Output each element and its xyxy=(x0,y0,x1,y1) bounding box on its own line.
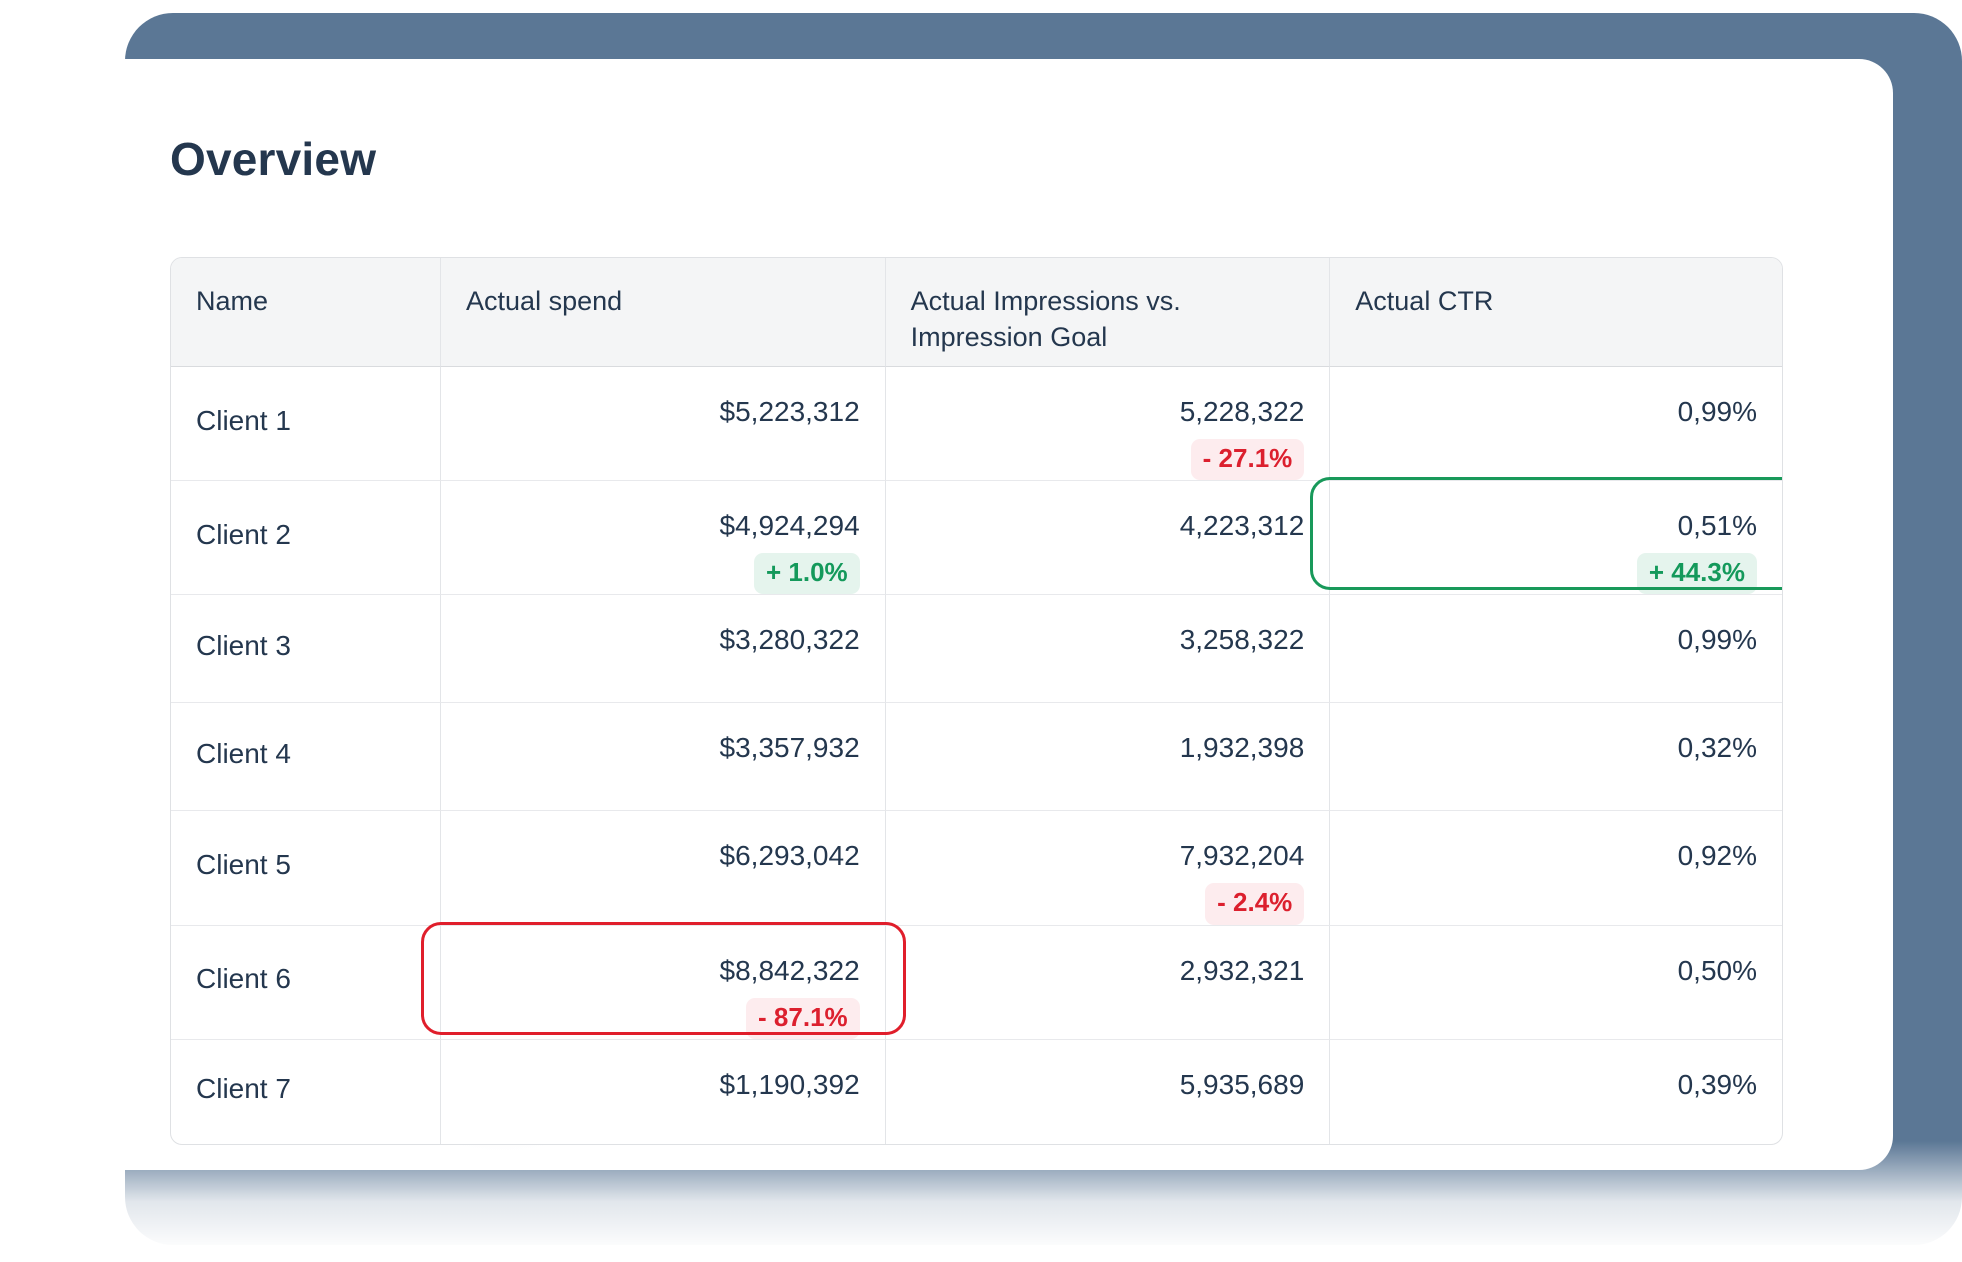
ctr-value: 0,51% xyxy=(1330,510,1757,542)
impressions-value: 5,935,689 xyxy=(886,1069,1305,1101)
spend-value: $5,223,312 xyxy=(441,396,860,428)
impressions-cell: 5,228,322 - 27.1% xyxy=(885,367,1330,481)
ctr-cell: 0,92% xyxy=(1329,811,1782,925)
ctr-value: 0,92% xyxy=(1330,840,1757,872)
table-row: Client 1$5,223,312 5,228,322 - 27.1% 0,99% xyxy=(171,367,1782,481)
impressions-value: 7,932,204 xyxy=(886,840,1305,872)
ctr-cell: 0,50% xyxy=(1329,926,1782,1040)
table-row: Client 4$3,357,932 1,932,398 0,32% xyxy=(171,703,1782,811)
ctr-value: 0,39% xyxy=(1330,1069,1757,1101)
overview-card: Overview Name Actual spend Actual Impressi… xyxy=(83,59,1893,1170)
spend-value: $4,924,294 xyxy=(441,510,860,542)
table-row: Client 7$1,190,392 5,935,689 0,39% xyxy=(171,1040,1782,1144)
ctr-value: 0,99% xyxy=(1330,624,1757,656)
impressions-delta-badge: - 2.4% xyxy=(1205,883,1304,924)
spend-value: $8,842,322 xyxy=(441,955,860,987)
impressions-cell: 2,932,321 xyxy=(885,926,1330,1040)
impressions-delta-badge: - 27.1% xyxy=(1191,439,1305,480)
ctr-value: 0,99% xyxy=(1330,396,1757,428)
spend-cell[interactable]: $8,842,322 - 87.1% xyxy=(440,926,885,1040)
ctr-delta-badge: + 44.3% xyxy=(1637,553,1757,594)
client-name-cell: Client 3 xyxy=(171,595,440,703)
page-background: Overview Name Actual spend Actual Impressi… xyxy=(0,0,1962,1262)
spend-cell: $1,190,392 xyxy=(440,1040,885,1144)
table-header-row: Name Actual spend Actual Impressions vs. I… xyxy=(171,258,1782,367)
column-header-label: Actual Impressions vs. Impression Goal xyxy=(911,284,1271,355)
spend-value: $6,293,042 xyxy=(441,840,860,872)
table-row: Client 5$6,293,042 7,932,204 - 2.4% 0,92% xyxy=(171,811,1782,925)
column-header-ctr: Actual CTR xyxy=(1329,258,1782,367)
page-title: Overview xyxy=(170,132,376,187)
column-header-label: Actual CTR xyxy=(1355,284,1715,320)
ctr-cell: 0,99% xyxy=(1329,367,1782,481)
impressions-cell: 3,258,322 xyxy=(885,595,1330,703)
impressions-value: 3,258,322 xyxy=(886,624,1305,656)
client-name-cell: Client 5 xyxy=(171,811,440,925)
spend-cell: $6,293,042 xyxy=(440,811,885,925)
spend-cell: $3,357,932 xyxy=(440,703,885,811)
overview-table: Name Actual spend Actual Impressions vs. I… xyxy=(170,257,1783,1145)
spend-delta-badge: + 1.0% xyxy=(754,553,860,594)
impressions-cell: 1,932,398 xyxy=(885,703,1330,811)
ctr-cell: 0,32% xyxy=(1329,703,1782,811)
impressions-value: 5,228,322 xyxy=(886,396,1305,428)
column-header-impressions: Actual Impressions vs. Impression Goal xyxy=(885,258,1330,367)
column-header-label: Actual spend xyxy=(466,284,826,320)
impressions-value: 2,932,321 xyxy=(886,955,1305,987)
client-name-cell: Client 1 xyxy=(171,367,440,481)
spend-value: $1,190,392 xyxy=(441,1069,860,1101)
column-header-name: Name xyxy=(171,258,440,367)
table-row: Client 6$8,842,322 - 87.1% 2,932,321 0,50% xyxy=(171,926,1782,1040)
impressions-cell: 7,932,204 - 2.4% xyxy=(885,811,1330,925)
ctr-value: 0,50% xyxy=(1330,955,1757,987)
impressions-cell: 4,223,312 xyxy=(885,481,1330,595)
client-name-cell: Client 4 xyxy=(171,703,440,811)
ctr-value: 0,32% xyxy=(1330,732,1757,764)
clients-table: Name Actual spend Actual Impressions vs. I… xyxy=(171,258,1782,1144)
column-header-label: Name xyxy=(196,284,416,320)
ctr-cell: 0,99% xyxy=(1329,595,1782,703)
column-header-spend: Actual spend xyxy=(440,258,885,367)
impressions-value: 4,223,312 xyxy=(886,510,1305,542)
client-name-cell: Client 7 xyxy=(171,1040,440,1144)
ctr-cell: 0,39% xyxy=(1329,1040,1782,1144)
spend-delta-badge: - 87.1% xyxy=(746,998,860,1039)
spend-cell: $3,280,322 xyxy=(440,595,885,703)
client-name-cell: Client 6 xyxy=(171,926,440,1040)
client-name-cell: Client 2 xyxy=(171,481,440,595)
spend-cell: $4,924,294 + 1.0% xyxy=(440,481,885,595)
table-row: Client 3$3,280,322 3,258,322 0,99% xyxy=(171,595,1782,703)
spend-value: $3,280,322 xyxy=(441,624,860,656)
spend-cell: $5,223,312 xyxy=(440,367,885,481)
ctr-cell[interactable]: 0,51% + 44.3% xyxy=(1329,481,1782,595)
impressions-cell: 5,935,689 xyxy=(885,1040,1330,1144)
table-row: Client 2$4,924,294 + 1.0% 4,223,312 0,51% + … xyxy=(171,481,1782,595)
spend-value: $3,357,932 xyxy=(441,732,860,764)
impressions-value: 1,932,398 xyxy=(886,732,1305,764)
